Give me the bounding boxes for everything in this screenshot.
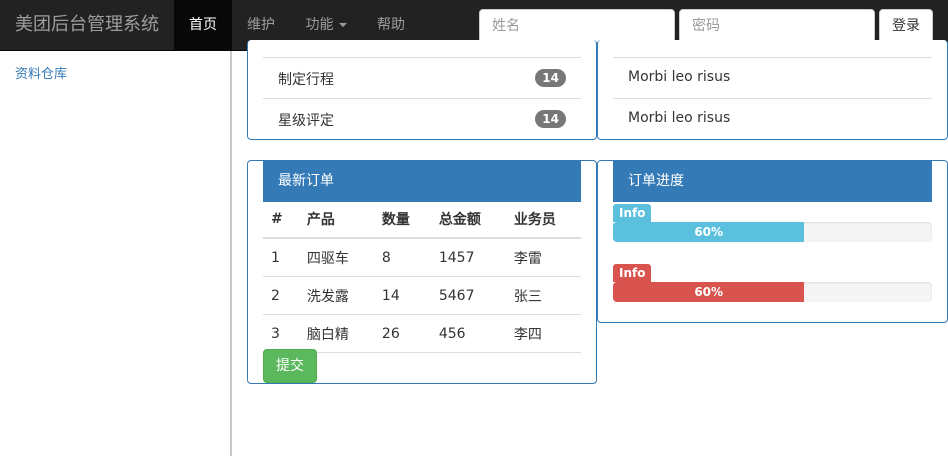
table-cell: 1 bbox=[263, 238, 299, 277]
sidebar-divider bbox=[230, 51, 232, 456]
table-cell: 3 bbox=[263, 314, 299, 353]
table-row: 1 四驱车 8 1457 李雷 bbox=[263, 238, 581, 277]
info-label: Info bbox=[613, 204, 652, 222]
table-cell: 1457 bbox=[430, 238, 506, 277]
table-cell: 四驱车 bbox=[298, 238, 374, 277]
column-header: 产品 bbox=[298, 201, 374, 239]
login-button[interactable]: 登录 bbox=[879, 9, 933, 43]
table-cell: 5467 bbox=[430, 276, 506, 315]
table-cell: 14 bbox=[373, 276, 431, 315]
nav-home[interactable]: 首页 bbox=[174, 0, 232, 50]
table-cell: 李四 bbox=[505, 314, 581, 353]
table-cell: 2 bbox=[263, 276, 299, 315]
orders-panel-title: 最新订单 bbox=[263, 161, 581, 202]
progress-panel-title: 订单进度 bbox=[613, 161, 932, 202]
count-badge: 14 bbox=[535, 69, 566, 87]
table-cell: 456 bbox=[430, 314, 506, 353]
column-header: 数量 bbox=[373, 201, 431, 239]
nav-features-label: 功能 bbox=[305, 17, 334, 33]
list-item-label: 制定行程 bbox=[278, 72, 334, 88]
list-item-label: 星级评定 bbox=[278, 113, 334, 129]
table-header-row: # 产品 数量 总金额 业务员 bbox=[263, 201, 581, 239]
table-cell: 洗发露 bbox=[298, 276, 374, 315]
submit-button[interactable]: 提交 bbox=[263, 349, 317, 383]
caret-down-icon bbox=[338, 23, 347, 27]
info-label: Info bbox=[613, 264, 652, 282]
table-row: 2 洗发露 14 5467 张三 bbox=[263, 276, 581, 315]
table-cell: 8 bbox=[373, 238, 431, 277]
table-cell: 26 bbox=[373, 314, 431, 353]
list-item-label: Morbi leo risus bbox=[628, 69, 731, 85]
orders-table: # 产品 数量 总金额 业务员 1 四驱车 8 1457 李雷 2 洗发露 14… bbox=[263, 201, 581, 353]
progress-bar-track: 60% bbox=[613, 282, 932, 302]
table-cell: 李雷 bbox=[505, 238, 581, 277]
progress-bar-fill: 60% bbox=[613, 282, 805, 302]
list-item[interactable]: 制定行程 14 bbox=[263, 57, 581, 98]
list-item-label: Morbi leo risus bbox=[628, 110, 731, 126]
column-header: # bbox=[263, 201, 299, 239]
count-badge: 14 bbox=[535, 110, 566, 128]
list-item[interactable]: Morbi leo risus bbox=[613, 98, 932, 139]
progress-bar-fill: 60% bbox=[613, 222, 805, 242]
list-item[interactable]: 星级评定 14 bbox=[263, 98, 581, 139]
progress-bar-track: 60% bbox=[613, 222, 932, 242]
table-cell: 张三 bbox=[505, 276, 581, 315]
table-row: 3 脑白精 26 456 李四 bbox=[263, 314, 581, 353]
password-input[interactable] bbox=[679, 9, 875, 43]
column-header: 业务员 bbox=[505, 201, 581, 239]
list-item[interactable]: Morbi leo risus bbox=[613, 57, 932, 98]
name-input[interactable] bbox=[479, 9, 675, 43]
table-cell: 脑白精 bbox=[298, 314, 374, 353]
brand-title[interactable]: 美团后台管理系统 bbox=[15, 0, 159, 50]
sidebar-item-data-warehouse[interactable]: 资料仓库 bbox=[15, 63, 67, 82]
column-header: 总金额 bbox=[430, 201, 506, 239]
